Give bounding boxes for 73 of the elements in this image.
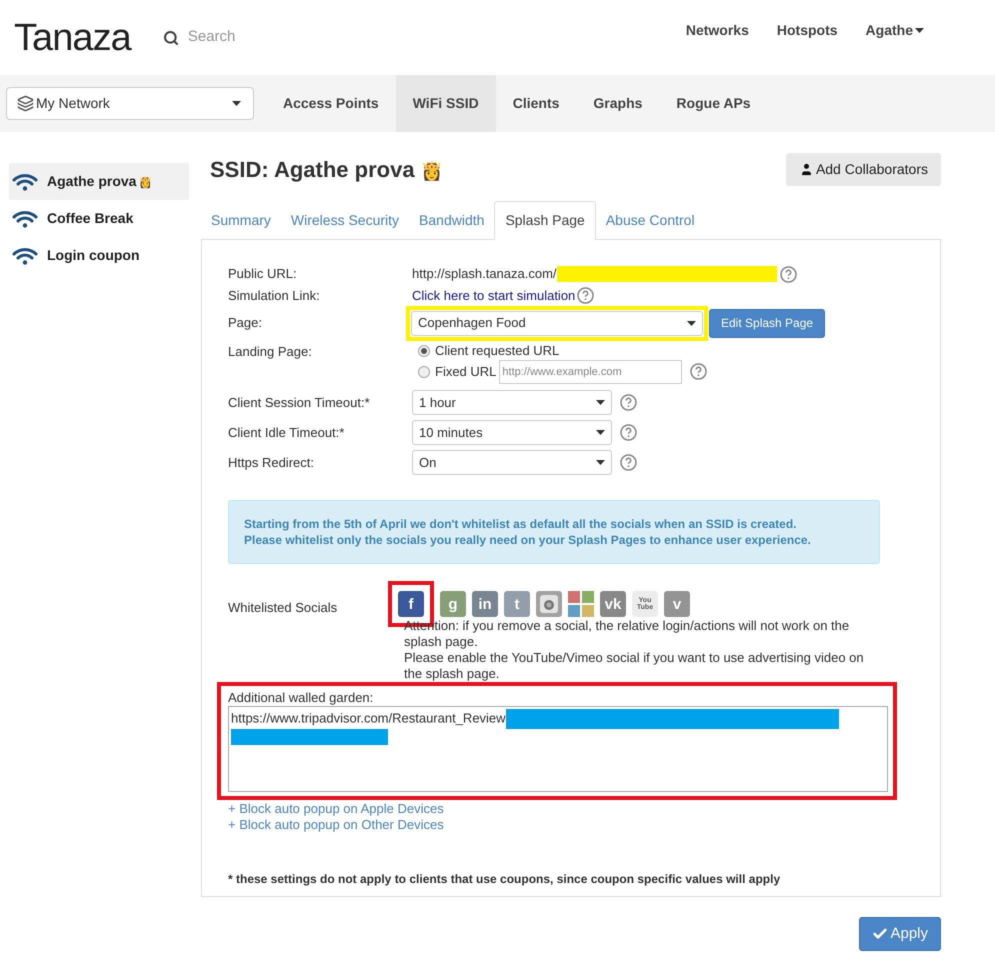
help-icon[interactable]	[690, 363, 708, 380]
block-popup-link[interactable]: + Block auto popup on Other Devices	[228, 817, 444, 833]
dropdown-select[interactable]: 1 hour	[412, 390, 612, 415]
search-icon	[162, 30, 179, 46]
nav-tab[interactable]: Clients	[496, 75, 576, 132]
notice-text: Please whitelist only the socials you really need on your Splash Pages to enhance user experience.	[244, 532, 812, 548]
field-label: Page:	[228, 314, 263, 332]
nav-tab[interactable]: WiFi SSID	[396, 75, 496, 132]
dropdown-select[interactable]: 10 minutes	[412, 420, 612, 445]
simulation-link[interactable]: Click here to start simulation	[412, 286, 576, 306]
field-label: Public URL:	[228, 265, 298, 284]
field-value: http://splash.tanaza.com/	[412, 265, 557, 284]
caret-icon	[596, 430, 605, 435]
wifi-icon	[12, 210, 38, 228]
social-tiles-icon[interactable]	[568, 591, 594, 617]
social-logo-icon[interactable]: f	[398, 591, 424, 617]
tab[interactable]: Bandwidth	[409, 201, 494, 240]
field-label: Landing Page:	[228, 343, 313, 361]
field-label: Additional walled garden:	[228, 689, 374, 706]
caret-icon	[915, 28, 924, 33]
wifi-icon	[12, 246, 38, 264]
dropdown-select[interactable]: On	[412, 450, 612, 475]
network-select[interactable]: My Network	[6, 87, 254, 120]
walled-garden-field[interactable]: https://www.tripadvisor.com/Restaurant_Review	[228, 706, 888, 792]
block-popup-link[interactable]: + Block auto popup on Apple Devices	[228, 801, 444, 817]
page-select[interactable]: Copenhagen Food	[411, 310, 703, 336]
social-logo-icon[interactable]: in	[472, 591, 498, 617]
logo[interactable]: Tanaza	[14, 18, 131, 56]
caret-icon	[232, 101, 241, 106]
caret-icon	[596, 400, 605, 405]
radio-label: Fixed URL	[435, 362, 496, 381]
nav-link[interactable]: Networks	[686, 20, 749, 41]
help-icon[interactable]	[620, 394, 637, 411]
help-icon[interactable]	[620, 454, 637, 471]
edit-splash-page-button[interactable]: Edit Splash Page	[709, 308, 826, 338]
radio-label: Client requested URL	[435, 342, 560, 360]
wifi-icon	[12, 172, 38, 190]
nav-tab[interactable]: Access Points	[266, 75, 396, 132]
tab[interactable]: Abuse Control	[596, 201, 705, 240]
tab[interactable]: Wireless Security	[280, 201, 410, 240]
help-icon[interactable]	[577, 287, 594, 304]
field-label: Whitelisted Socials	[228, 599, 338, 617]
tab[interactable]: Summary	[201, 201, 281, 240]
sidebar-item[interactable]: Agathe prova👸	[9, 163, 189, 200]
social-logo-icon[interactable]: vk	[600, 591, 626, 617]
add-collaborators-button[interactable]: Add Collaborators	[786, 152, 941, 186]
field-label: Client Session Timeout:*	[228, 394, 371, 412]
sidebar-item[interactable]: Login coupon	[9, 237, 189, 274]
nav-tab[interactable]: Rogue APs	[659, 75, 768, 132]
social-camera-icon[interactable]	[536, 591, 562, 617]
page-title: SSID: Agathe prova 👸	[210, 156, 443, 184]
layers-icon	[17, 95, 34, 112]
attention-note: Please enable the YouTube/Vimeo social if you want to use advertising video on the splash page.	[404, 650, 865, 682]
sidebar-item[interactable]: Coffee Break	[9, 200, 189, 237]
notice-text: Starting from the 5th of April we don't whitelist as default all the socials when an SSID is created.	[244, 516, 798, 532]
nav-link[interactable]: Agathe	[866, 20, 924, 41]
nav-tab[interactable]: Graphs	[576, 75, 660, 132]
tab[interactable]: Splash Page	[494, 201, 596, 240]
help-icon[interactable]	[620, 424, 637, 441]
field-label: Https Redirect:	[228, 454, 315, 472]
field-label: Client Idle Timeout:*	[228, 424, 346, 442]
apply-button[interactable]: Apply	[859, 917, 941, 951]
search-field[interactable]: Search	[188, 26, 388, 49]
caret-icon	[687, 320, 696, 326]
radio-button[interactable]	[418, 366, 430, 378]
footnote: * these settings do not apply to clients that use coupons, since coupon specific values will apply	[228, 871, 782, 888]
fixed-url-field[interactable]: http://www.example.com	[499, 360, 682, 384]
nav-link[interactable]: Hotspots	[776, 20, 838, 41]
field-label: Simulation Link:	[228, 286, 321, 305]
attention-note: Attention: if you remove a social, the relative login/actions will not work on the splash page.	[404, 618, 850, 650]
radio-button[interactable]	[418, 344, 430, 356]
help-icon[interactable]	[780, 266, 797, 282]
caret-icon	[596, 460, 605, 465]
